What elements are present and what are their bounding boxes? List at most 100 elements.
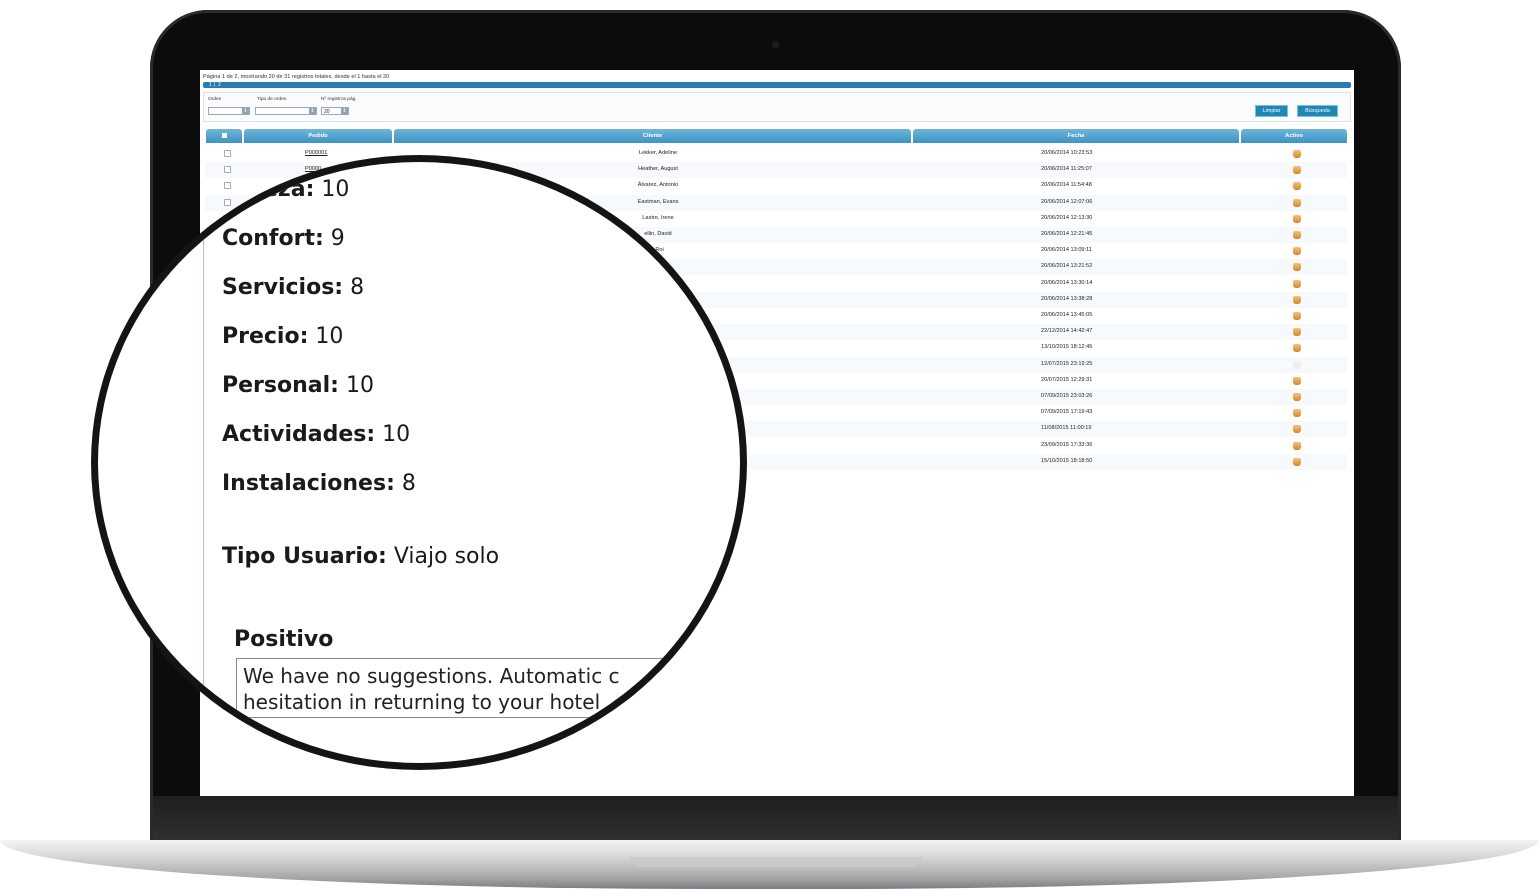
positivo-title: Positivo <box>234 627 334 652</box>
rating-value: 10 <box>345 373 374 398</box>
fecha-cell: 20/06/2014 13:38:28 <box>1041 295 1093 302</box>
thumbs-up-icon[interactable] <box>1293 441 1301 450</box>
row-checkbox[interactable] <box>224 150 231 157</box>
thumbs-up-icon[interactable] <box>1293 295 1301 304</box>
filter-panel: Orden ⇕ Tipo de orden ⇕ Nº registros pág… <box>203 92 1351 122</box>
thumbs-up-icon[interactable] <box>1293 214 1301 223</box>
fecha-cell: 20/06/2014 13:45:05 <box>1041 312 1093 318</box>
thumbs-up-icon[interactable] <box>1293 409 1301 418</box>
fecha-cell: 07/09/2015 17:19:43 <box>1041 409 1093 416</box>
thumbs-up-icon[interactable] <box>1293 231 1301 239</box>
fecha-cell: 20/06/2014 12:07:06 <box>1041 198 1093 205</box>
rating-label: Precio: <box>222 324 309 349</box>
select-arrow-icon: ⇕ <box>341 108 348 114</box>
rating-line-precio: Precio: 10 <box>222 324 343 349</box>
rating-label: Actividades: <box>222 422 376 447</box>
rating-label: Confort: <box>222 226 324 251</box>
cliente-name: Lekker, Adeline <box>639 150 677 156</box>
magnifier-circle: eza: 10 Confort: 9 Servicios: 8 Precio: … <box>91 155 747 770</box>
thumbs-up-icon[interactable] <box>1293 457 1301 466</box>
rating-line-confort: Confort: 9 <box>222 226 345 251</box>
rating-label: Instalaciones: <box>222 471 395 496</box>
pager-divider: | <box>214 82 216 88</box>
limpiar-button[interactable]: Limpiar <box>1255 105 1288 117</box>
laptop-chin <box>153 796 1398 840</box>
rating-line-personal: Personal: 10 <box>222 373 374 398</box>
thumbs-up-icon[interactable] <box>1293 279 1301 288</box>
fecha-cell: 12/07/2015 23:19:25 <box>1041 360 1093 367</box>
fecha-cell: 20/06/2014 13:21:52 <box>1041 263 1093 270</box>
fecha-cell: 15/10/2015 18:18:50 <box>1041 457 1093 464</box>
tipo-orden-select[interactable]: ⇕ <box>255 107 317 115</box>
thumbs-up-icon[interactable] <box>1293 376 1301 385</box>
registros-select-value: 20 <box>324 109 330 115</box>
select-all-checkbox[interactable] <box>221 132 227 138</box>
orden-select[interactable]: ⇕ <box>208 107 250 115</box>
thumbs-up-icon[interactable] <box>1293 360 1301 369</box>
rating-value: 10 <box>382 422 411 447</box>
fecha-cell: 20/07/2015 12:29:31 <box>1041 376 1093 383</box>
page-link-2[interactable]: 2 <box>218 82 221 88</box>
row-checkbox[interactable] <box>224 166 231 174</box>
column-header-cliente[interactable]: Cliente <box>394 129 911 143</box>
busqueda-button[interactable]: Búsqueda <box>1297 105 1338 117</box>
thumbs-up-icon[interactable] <box>1293 247 1301 256</box>
fecha-cell: 20/06/2014 13:09:11 <box>1041 247 1092 254</box>
cliente-name: Álvarez, Antonio <box>637 182 679 189</box>
rating-label: eza: <box>263 177 315 202</box>
thumbs-up-icon[interactable] <box>1293 328 1301 337</box>
thumbs-up-icon[interactable] <box>1293 344 1301 353</box>
fecha-cell: 22/12/2014 14:42:47 <box>1041 328 1093 335</box>
cliente-name: Heather, August <box>638 166 678 173</box>
rating-line-actividades: Actividades: 10 <box>222 422 410 447</box>
registros-select[interactable]: 20 ⇕ <box>321 107 349 115</box>
thumbs-up-icon[interactable] <box>1293 425 1301 434</box>
positivo-textarea[interactable]: We have no suggestions. Automatic c hesi… <box>236 658 740 718</box>
page-link-1[interactable]: 1 <box>209 82 212 88</box>
fecha-cell: 20/06/2014 13:30:14 <box>1041 279 1093 286</box>
camera-dot <box>772 41 779 48</box>
rating-line-limpieza: eza: 10 <box>263 177 349 202</box>
rating-value: 9 <box>330 226 345 251</box>
rating-value: 10 <box>315 324 344 349</box>
tipo-orden-label: Tipo de orden <box>257 97 287 102</box>
fecha-cell: 23/09/2015 17:33:36 <box>1041 441 1093 448</box>
thumbs-up-icon[interactable] <box>1293 263 1301 272</box>
thumbs-up-icon[interactable] <box>1293 393 1301 401</box>
select-arrow-icon: ⇕ <box>242 108 249 114</box>
row-checkbox[interactable] <box>224 182 231 190</box>
page-info: Página 1 de 2, mostrando 20 de 31 regist… <box>203 74 390 80</box>
fecha-cell: 20/06/2014 11:25:07 <box>1041 166 1092 173</box>
rating-value: 8 <box>401 471 416 496</box>
column-header-fecha[interactable]: Fecha <box>913 129 1239 143</box>
fecha-cell: 20/06/2014 12:21:45 <box>1041 231 1093 237</box>
rating-value: 10 <box>321 177 350 202</box>
rating-label: Servicios: <box>222 275 344 300</box>
fecha-cell: 20/06/2014 10:23:53 <box>1041 150 1093 156</box>
cliente-name: ellin, David <box>644 231 672 237</box>
thumbs-up-icon[interactable] <box>1293 150 1301 158</box>
rating-value: 8 <box>350 275 365 300</box>
fecha-cell: 11/08/2015 11:00:19 <box>1041 425 1092 432</box>
column-header-activo[interactable]: Activo <box>1241 129 1347 143</box>
positivo-text-line: We have no suggestions. Automatic c <box>243 664 620 688</box>
tipo-usuario-value: Viajo solo <box>393 544 500 569</box>
select-arrow-icon: ⇕ <box>309 108 316 114</box>
thumbs-up-icon[interactable] <box>1293 198 1301 207</box>
cliente-name: Lastre, Irene <box>642 214 674 221</box>
select-all-header[interactable] <box>206 129 242 143</box>
cliente-name: Eastman, Evans <box>637 198 679 205</box>
thumbs-up-icon[interactable] <box>1293 312 1301 320</box>
rating-line-instalaciones: Instalaciones: 8 <box>222 471 416 496</box>
fecha-cell: 20/06/2014 12:13:30 <box>1041 214 1093 221</box>
column-header-pedido[interactable]: Pedido <box>244 129 392 143</box>
tipo-usuario-line: Tipo Usuario: Viajo solo <box>222 544 499 569</box>
rating-line-servicios: Servicios: 8 <box>222 275 364 300</box>
laptop-notch <box>630 857 922 867</box>
fecha-cell: 13/10/2015 18:12:45 <box>1041 344 1093 351</box>
row-checkbox[interactable] <box>224 198 231 206</box>
thumbs-up-icon[interactable] <box>1293 182 1301 191</box>
thumbs-up-icon[interactable] <box>1293 166 1301 175</box>
pedido-link[interactable]: P000001 <box>305 150 327 156</box>
fecha-cell: 07/09/2015 23:03:26 <box>1041 393 1093 399</box>
